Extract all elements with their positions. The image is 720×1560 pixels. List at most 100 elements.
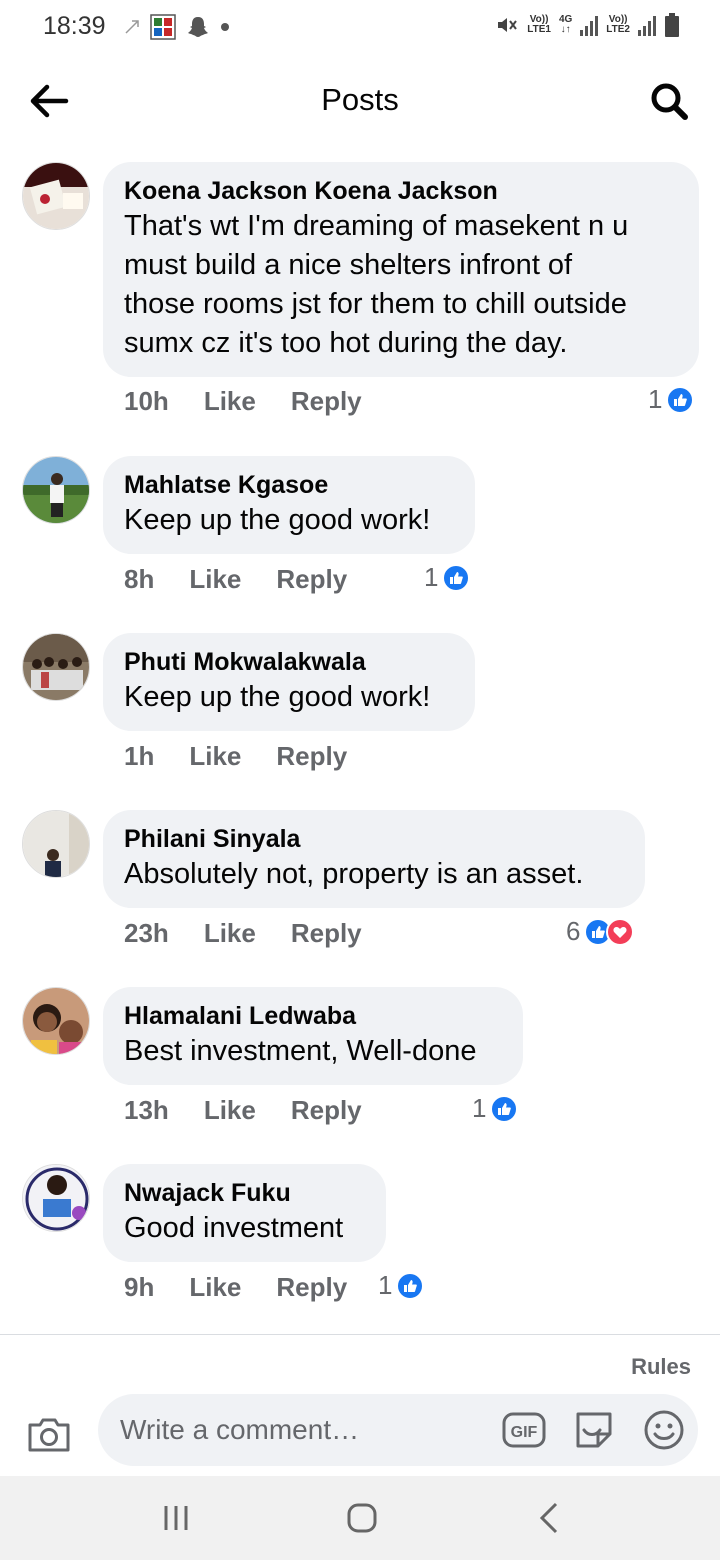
search-button[interactable] bbox=[646, 78, 692, 124]
app-notification-icon bbox=[150, 14, 176, 40]
reaction-count: 1 bbox=[378, 1270, 393, 1300]
like-reaction-icon bbox=[396, 1271, 425, 1300]
comment-timestamp[interactable]: 10h bbox=[124, 386, 169, 417]
comment-bubble[interactable]: Hlamalani Ledwaba Best investment, Well-… bbox=[103, 987, 523, 1085]
divider bbox=[0, 1334, 720, 1335]
reply-link[interactable]: Reply bbox=[276, 741, 347, 772]
comment-timestamp[interactable]: 9h bbox=[124, 1272, 154, 1303]
comment-bubble[interactable]: Mahlatse Kgasoe Keep up the good work! bbox=[103, 456, 475, 554]
reply-link[interactable]: Reply bbox=[276, 1272, 347, 1303]
comment-bubble[interactable]: Koena Jackson Koena Jackson That's wt I'… bbox=[103, 162, 699, 377]
search-icon bbox=[651, 83, 688, 120]
comment-author[interactable]: Philani Sinyala bbox=[124, 823, 624, 855]
comment-bubble[interactable]: Nwajack Fuku Good investment bbox=[103, 1164, 386, 1262]
reaction-count: 6 bbox=[566, 916, 581, 946]
avatar-image bbox=[23, 457, 89, 523]
avatar[interactable] bbox=[22, 810, 90, 878]
comment-author[interactable]: Hlamalani Ledwaba bbox=[124, 1000, 502, 1032]
like-link[interactable]: Like bbox=[204, 386, 256, 417]
like-link[interactable]: Like bbox=[189, 1272, 241, 1303]
comment-text-line: That's wt I'm dreaming of masekent n u bbox=[124, 210, 629, 242]
comment-text-line: Best investment, Well-done bbox=[124, 1035, 477, 1067]
rules-link[interactable]: Rules bbox=[631, 1354, 691, 1380]
sim1-indicator: Vo)) LTE1 bbox=[527, 14, 551, 35]
home-icon bbox=[347, 1503, 377, 1533]
avatar-image bbox=[23, 988, 89, 1054]
reaction-count: 1 bbox=[472, 1093, 487, 1123]
comment-timestamp[interactable]: 13h bbox=[124, 1095, 169, 1126]
arrow-left-icon bbox=[30, 84, 69, 118]
comment-composer: GIF bbox=[98, 1394, 698, 1466]
avatar[interactable] bbox=[22, 633, 90, 701]
comment-author[interactable]: Nwajack Fuku bbox=[124, 1177, 365, 1209]
avatar[interactable] bbox=[22, 456, 90, 524]
camera-button[interactable] bbox=[26, 1412, 72, 1458]
like-link[interactable]: Like bbox=[204, 1095, 256, 1126]
signal-strength-2-icon bbox=[638, 14, 656, 36]
comment-actions: 8h Like Reply bbox=[124, 564, 347, 595]
reply-link[interactable]: Reply bbox=[276, 564, 347, 595]
avatar-image bbox=[23, 163, 89, 229]
like-link[interactable]: Like bbox=[189, 741, 241, 772]
back-button[interactable] bbox=[26, 78, 72, 124]
call-forward-icon bbox=[125, 20, 139, 34]
dot-icon bbox=[221, 23, 229, 31]
camera-icon bbox=[28, 1418, 70, 1452]
comment-timestamp[interactable]: 8h bbox=[124, 564, 154, 595]
reaction-summary[interactable]: 1 bbox=[648, 384, 695, 415]
reply-link[interactable]: Reply bbox=[291, 1095, 362, 1126]
avatar-image bbox=[23, 811, 89, 877]
comment-timestamp[interactable]: 1h bbox=[124, 741, 154, 772]
love-reaction-icon bbox=[606, 917, 635, 946]
comment-author[interactable]: Phuti Mokwalakwala bbox=[124, 646, 454, 678]
top-app-bar: Posts bbox=[0, 60, 720, 140]
comment-text-line: Keep up the good work! bbox=[124, 681, 431, 713]
comment-actions: 23h Like Reply bbox=[124, 918, 362, 949]
reaction-count: 1 bbox=[648, 384, 663, 414]
avatar[interactable] bbox=[22, 987, 90, 1055]
mute-icon bbox=[498, 18, 518, 32]
like-link[interactable]: Like bbox=[189, 564, 241, 595]
comment-bubble[interactable]: Phuti Mokwalakwala Keep up the good work… bbox=[103, 633, 475, 731]
comment-author[interactable]: Mahlatse Kgasoe bbox=[124, 469, 454, 501]
comment-timestamp[interactable]: 23h bbox=[124, 918, 169, 949]
comment-actions: 13h Like Reply bbox=[124, 1095, 362, 1126]
recent-apps-button[interactable] bbox=[154, 1498, 198, 1538]
status-time: 18:39 bbox=[43, 12, 106, 40]
gif-button[interactable]: GIF bbox=[502, 1410, 546, 1450]
comment-text-line: must build a nice shelters infront of bbox=[124, 249, 573, 281]
like-link[interactable]: Like bbox=[204, 918, 256, 949]
comment-text-line: Absolutely not, property is an asset. bbox=[124, 858, 584, 890]
emoji-button[interactable] bbox=[642, 1408, 686, 1452]
like-reaction-icon bbox=[666, 385, 695, 414]
avatar[interactable] bbox=[22, 162, 90, 230]
signal-strength-icon bbox=[580, 14, 599, 36]
comment-actions: 1h Like Reply bbox=[124, 741, 347, 772]
like-reaction-icon bbox=[490, 1094, 519, 1123]
comment-input[interactable] bbox=[120, 1412, 490, 1448]
reply-link[interactable]: Reply bbox=[291, 386, 362, 417]
status-bar: 18:39 Vo)) LTE1 4G ↓↑ Vo)) LTE2 bbox=[0, 0, 720, 56]
comment-actions: 10h Like Reply bbox=[124, 386, 362, 417]
sim2-indicator: Vo)) LTE2 bbox=[606, 14, 630, 35]
comment-bubble[interactable]: Philani Sinyala Absolutely not, property… bbox=[103, 810, 645, 908]
comment-text-line: Keep up the good work! bbox=[124, 504, 431, 536]
system-navigation-bar bbox=[0, 1476, 720, 1560]
reply-link[interactable]: Reply bbox=[291, 918, 362, 949]
emoji-icon bbox=[644, 1410, 684, 1450]
battery-icon bbox=[665, 13, 679, 37]
comment-actions: 9h Like Reply bbox=[124, 1272, 347, 1303]
home-button[interactable] bbox=[340, 1498, 384, 1538]
reaction-summary[interactable]: 1 bbox=[472, 1093, 519, 1124]
reaction-summary[interactable]: 6 bbox=[566, 916, 635, 947]
system-back-button[interactable] bbox=[528, 1498, 572, 1538]
chevron-left-icon bbox=[539, 1502, 558, 1534]
snapchat-icon bbox=[188, 17, 208, 37]
sticker-button[interactable] bbox=[572, 1408, 616, 1452]
comment-author[interactable]: Koena Jackson Koena Jackson bbox=[124, 175, 678, 207]
network-type-indicator: 4G ↓↑ bbox=[558, 14, 573, 35]
gif-icon: GIF bbox=[502, 1412, 546, 1448]
reaction-summary[interactable]: 1 bbox=[424, 562, 471, 593]
reaction-summary[interactable]: 1 bbox=[378, 1270, 425, 1301]
avatar[interactable] bbox=[22, 1164, 90, 1232]
